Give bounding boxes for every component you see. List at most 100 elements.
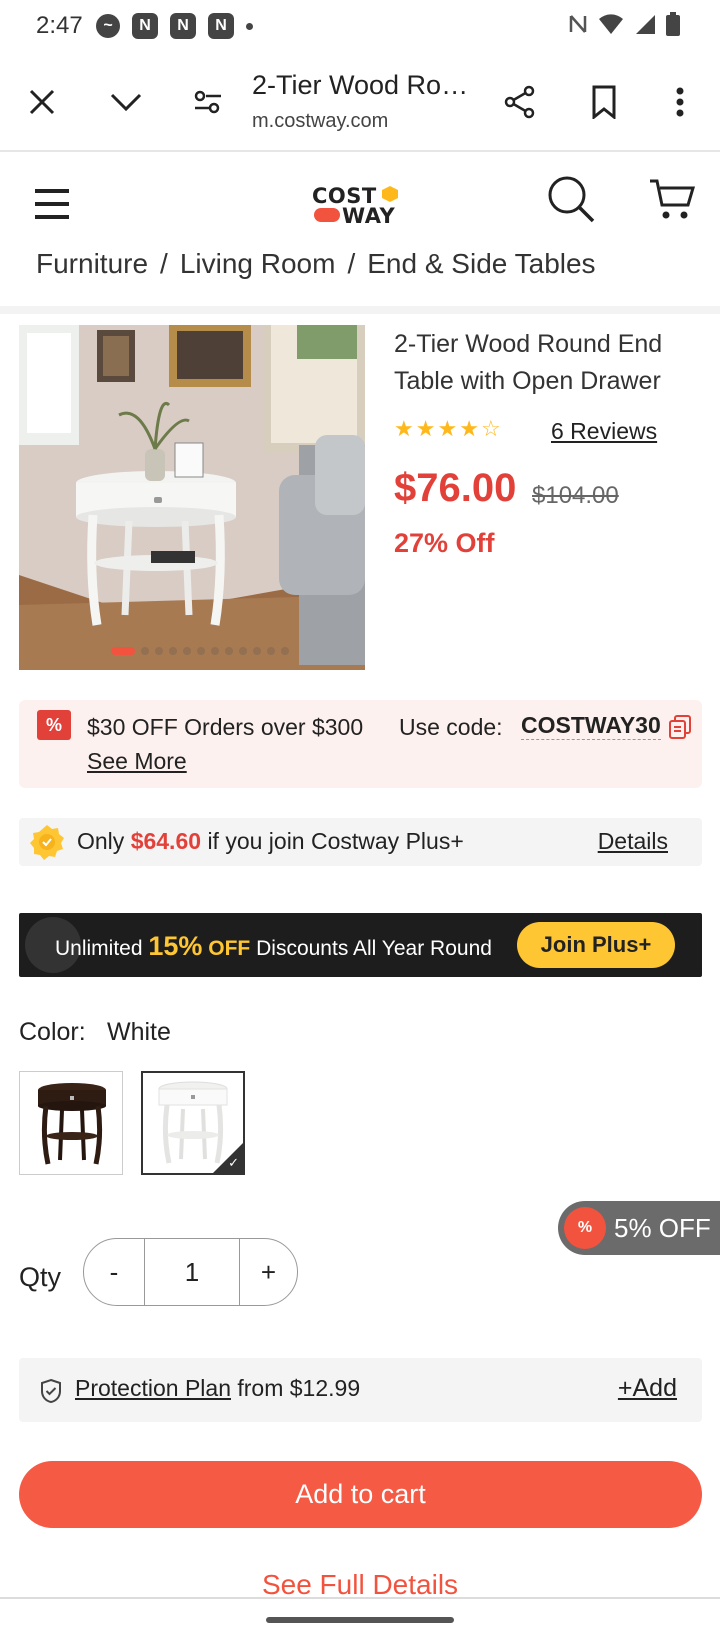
banner-percent: 15% (148, 931, 203, 961)
star-full-icon: ★ (415, 416, 436, 441)
protection-plan-link[interactable]: Protection Plan (75, 1375, 231, 1401)
carousel-dot[interactable] (197, 647, 205, 655)
carousel-dot[interactable] (253, 647, 261, 655)
plus-offer-text: Only $64.60 if you join Costway Plus+ (77, 828, 464, 855)
floating-discount-text: 5% OFF (614, 1213, 711, 1243)
color-swatch-espresso[interactable] (19, 1071, 123, 1175)
percent-coupon-icon: % (564, 1207, 606, 1249)
color-label: Color: (19, 1018, 86, 1046)
plus-price: $64.60 (130, 828, 202, 854)
bookmark-button[interactable] (582, 80, 626, 124)
browser-toolbar: 2-Tier Wood Rou… m.costway.com (0, 52, 720, 152)
breadcrumb: Furniture / Living Room / End & Side Tables (36, 248, 596, 280)
carousel-dot[interactable] (155, 647, 163, 655)
carousel-dot[interactable] (267, 647, 275, 655)
join-plus-button[interactable]: Join Plus+ (517, 922, 675, 968)
menu-button[interactable] (34, 186, 70, 222)
see-full-details-link[interactable]: See Full Details (262, 1568, 458, 1598)
star-full-icon: ★ (394, 416, 414, 441)
status-bar: 2:47 ~ N N N (0, 0, 720, 52)
site-header: COST WAY (0, 154, 720, 254)
protection-plan-row: Protection Plan from $12.99 +Add (19, 1358, 702, 1422)
share-icon (504, 85, 535, 119)
close-icon (29, 89, 55, 115)
gesture-navigation-bar[interactable] (266, 1617, 454, 1623)
search-icon (548, 176, 595, 223)
floating-discount-badge[interactable]: % 5% OFF (558, 1201, 720, 1255)
site-settings-button[interactable] (186, 80, 230, 124)
carousel-dot[interactable] (211, 647, 219, 655)
system-status-icons (568, 12, 680, 36)
product-title: 2-Tier Wood Round End Table with Open Dr… (394, 330, 663, 395)
breadcrumb-end-side-tables[interactable]: End & Side Tables (367, 248, 595, 279)
more-vert-icon (676, 87, 684, 117)
battery-icon (666, 12, 680, 36)
cart-button[interactable] (648, 178, 696, 222)
decrease-quantity-button[interactable]: - (84, 1239, 144, 1305)
product-image-carousel[interactable] (19, 325, 365, 670)
color-swatch-white[interactable]: ✓ (141, 1071, 245, 1175)
signal-icon (636, 15, 655, 34)
reviews-link[interactable]: 6 Reviews (551, 418, 657, 445)
section-divider (0, 306, 720, 314)
more-menu-button[interactable] (658, 80, 702, 124)
logo-text-bottom: WAY (342, 204, 396, 228)
protection-plan-price: from $12.99 (237, 1375, 361, 1401)
percent-tag-icon: % (37, 710, 71, 740)
increase-quantity-button[interactable]: + (240, 1239, 297, 1305)
carousel-dot[interactable] (281, 647, 289, 655)
cart-icon (650, 179, 696, 219)
discount-percent: 27% Off (394, 528, 495, 558)
see-more-link[interactable]: See More (87, 748, 187, 775)
espresso-table-thumbnail (38, 1083, 106, 1165)
original-price: $104.00 (532, 482, 619, 509)
app-notification-icon: N (170, 13, 196, 39)
bookmark-icon (592, 85, 616, 119)
page-title[interactable]: 2-Tier Wood Rou… (252, 70, 482, 101)
add-protection-button[interactable]: +Add (618, 1374, 677, 1403)
plus-promo-banner[interactable]: Unlimited 15% OFF Discounts All Year Rou… (19, 913, 702, 977)
quantity-stepper: - 1 + (83, 1238, 298, 1306)
app-notification-icon: N (132, 13, 158, 39)
add-to-cart-button[interactable]: Add to cart (19, 1461, 702, 1528)
wifi-icon (599, 14, 623, 34)
copy-icon[interactable] (667, 714, 693, 740)
banner-text-start: Unlimited (55, 937, 143, 960)
promo-coupon: % $30 OFF Orders over $300 Use code: COS… (19, 700, 702, 788)
notification-icons: ~ N N N (96, 13, 253, 39)
breadcrumb-furniture[interactable]: Furniture (36, 248, 148, 279)
quantity-input[interactable]: 1 (144, 1239, 240, 1305)
carousel-dot-active[interactable] (111, 647, 135, 655)
search-button[interactable] (546, 174, 596, 224)
breadcrumb-separator: / (160, 248, 168, 279)
star-empty-icon: ☆ (480, 416, 501, 441)
page-url[interactable]: m.costway.com (252, 110, 388, 133)
breadcrumb-living-room[interactable]: Living Room (180, 248, 336, 279)
chevron-down-icon (110, 93, 142, 112)
carousel-dot[interactable] (239, 647, 247, 655)
nfc-icon (569, 15, 587, 33)
close-tab-button[interactable] (20, 80, 64, 124)
banner-off: OFF (208, 937, 251, 960)
logo-yellow-mark (382, 186, 398, 202)
plus-suffix: if you join Costway Plus+ (207, 828, 464, 854)
carousel-dot[interactable] (169, 647, 177, 655)
carousel-dot[interactable] (141, 647, 149, 655)
carousel-dot[interactable] (183, 647, 191, 655)
banner-text-end: Discounts All Year Round (256, 937, 492, 960)
collapse-button[interactable] (104, 80, 148, 124)
bottom-divider (0, 1597, 720, 1599)
banner-text: Unlimited 15% OFF Discounts All Year Rou… (55, 931, 492, 962)
more-notifications-dot (246, 22, 253, 30)
protection-plan-text: Protection Plan from $12.99 (75, 1375, 360, 1402)
logo-red-mark (314, 208, 340, 222)
rating-stars[interactable]: ★ ★ ★ ★ ☆ (394, 418, 501, 440)
carousel-dot[interactable] (225, 647, 233, 655)
promo-code[interactable]: COSTWAY30 (521, 712, 661, 740)
share-button[interactable] (498, 80, 542, 124)
shield-check-icon (41, 1378, 61, 1404)
quantity-label: Qty (19, 1262, 62, 1292)
plus-details-link[interactable]: Details (598, 828, 668, 855)
see-full-details-section: See Full Details (0, 1568, 720, 1598)
costway-logo[interactable]: COST WAY (312, 184, 402, 228)
